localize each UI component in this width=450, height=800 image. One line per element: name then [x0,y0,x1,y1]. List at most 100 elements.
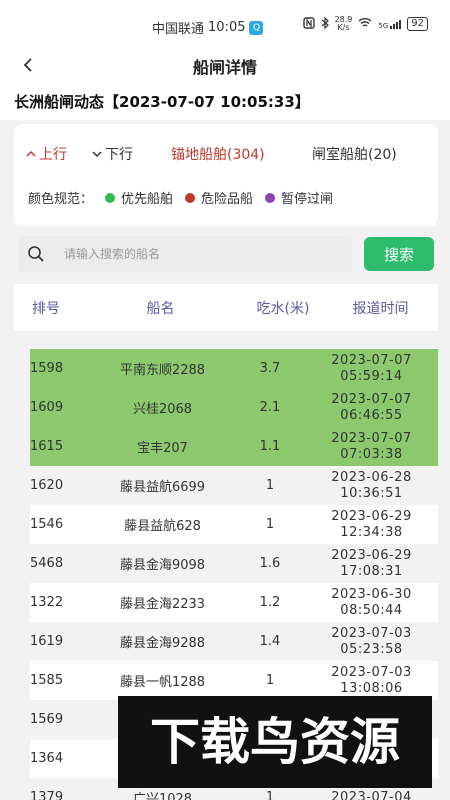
table-row[interactable]: 1620 藤县益航6699 1 2023-06-28 10:36:51 [30,466,438,505]
table-row[interactable]: 5468 藤县金海9098 1.6 2023-06-29 17:08:31 [30,544,438,583]
table-row[interactable]: 1546 藤县益航628 1 2023-06-29 12:34:38 [30,505,438,544]
cell-draft: 1.6 [259,556,281,571]
cell-draft: 1.1 [259,439,281,454]
cell-ship-name: 藤县金海2233 [119,597,206,612]
search-input[interactable] [64,247,334,261]
page-title: 船闸详情 [192,58,257,77]
report-date: 2023-06-30 [331,586,412,602]
cell-report-time: 2023-06-30 08:50:44 [305,587,438,619]
cell-draft: 1.4 [259,634,281,649]
report-date: 2023-06-29 [331,508,412,524]
carrier-label: 中国联通 [152,22,205,37]
network-speed: 28.9 K/s [335,16,353,32]
cell-draft: 1 [265,478,275,493]
report-clock: 17:08:31 [340,563,403,579]
cell-report-time: 2023-07-03 13:08:06 [305,665,438,697]
report-clock: 10:36:51 [340,485,403,501]
tab-anchorage-label: 锚地船舶(304) [171,147,265,163]
cell-draft: 2.1 [259,400,281,415]
cell-report-time: 2023-07-07 05:59:14 [305,353,438,385]
status-bar: 中国联通 10:05 Q 28.9 K/s 5G 92 [0,0,450,46]
cell-draft: 1 [265,673,275,688]
watermark-logo: 下载鸟资源 [118,696,432,788]
report-date: 2023-07-07 [331,352,412,368]
tabs-row: 上行 下行 锚地船舶(304) 闸室船舶(20) [26,144,428,168]
legend-suspended-label: 暂停过闸 [281,192,334,207]
signal-type: 5G [378,21,389,30]
legend-suspended: 暂停过闸 [265,188,333,207]
legend-priority-label: 优先船舶 [121,192,174,207]
tab-chamber-ships[interactable]: 闸室船舶(20) [312,144,397,164]
cell-ship-name: 藤县金海9288 [119,636,206,651]
cell-ship-name: 平南东顺2288 [119,363,206,378]
cell-queue-no: 1585 [30,673,64,688]
cell-ship-name: 兴桂2068 [132,402,193,417]
legend-hazardous-label: 危险品船 [201,192,254,207]
search-icon [18,245,54,263]
cell-draft: 1 [265,517,275,532]
header-queue-no: 排号 [32,300,60,317]
table-row[interactable]: 1322 藤县金海2233 1.2 2023-06-30 08:50:44 [30,583,438,622]
cell-draft: 1.2 [259,595,281,610]
report-date: 2023-06-28 [331,469,412,485]
cell-draft: 1 [265,790,275,800]
legend-hazardous: 危险品船 [185,188,253,207]
cell-ship-name: 宝丰207 [137,441,188,456]
report-clock: 06:46:55 [340,407,403,423]
tab-anchorage-ships[interactable]: 锚地船舶(304) [171,144,265,164]
search-button[interactable]: 搜索 [364,237,434,271]
header-report-time: 报道时间 [352,300,409,317]
table-row[interactable]: 1609 兴桂2068 2.1 2023-07-07 06:46:55 [30,388,438,427]
cell-queue-no: 1364 [30,751,64,766]
cell-report-time: 2023-06-28 10:36:51 [305,470,438,502]
table-row[interactable]: 1615 宝丰207 1.1 2023-07-07 07:03:38 [30,427,438,466]
app-notification-icon: Q [249,20,264,35]
table-row[interactable]: 1619 藤县金海9288 1.4 2023-07-03 05:23:58 [30,622,438,661]
clock: 10:05 [208,20,246,35]
report-clock: 12:34:38 [340,524,403,540]
cell-ship-name: 藤县益航628 [124,519,201,534]
nfc-icon [302,16,315,32]
tab-downstream[interactable]: 下行 [92,144,133,164]
report-clock: 13:08:06 [340,680,403,696]
cell-queue-no: 1546 [30,517,64,532]
cell-ship-name: 藤县一帆1288 [119,675,206,690]
report-date: 2023-07-03 [331,625,412,641]
wifi-icon [358,17,372,31]
cell-report-time: 2023-07-07 06:46:55 [305,392,438,424]
table-row[interactable]: 1598 平南东顺2288 3.7 2023-07-07 05:59:14 [30,349,438,388]
report-clock: 08:50:44 [340,602,403,618]
nav-bar: 船闸详情 [0,46,450,84]
tab-downstream-label: 下行 [105,147,133,163]
bluetooth-icon [321,16,329,32]
report-clock: 05:23:58 [340,641,403,657]
cell-queue-no: 1379 [30,790,64,800]
suspended-dot-icon [265,192,276,203]
header-draft: 吃水(米) [256,300,310,317]
cell-queue-no: 1598 [30,361,64,376]
cell-queue-no: 1620 [30,478,64,493]
cell-ship-name: 广兴1028 [132,792,193,800]
report-clock: 07:03:38 [340,446,403,462]
priority-dot-icon [105,192,116,203]
cell-queue-no: 5468 [30,556,64,571]
battery-indicator: 92 [407,17,428,31]
search-bar [18,236,352,272]
cell-report-time: 2023-06-29 12:34:38 [305,509,438,541]
cell-queue-no: 1609 [30,400,64,415]
chevron-down-icon [92,151,102,158]
watermark-text-graphic: 下载鸟资源 [150,713,400,771]
cell-signal-icon: 5G [378,19,402,30]
tab-upstream-label: 上行 [39,147,67,163]
legend-label: 颜色规范： [28,192,94,207]
chevron-up-icon [26,150,36,157]
cell-queue-no: 1569 [30,712,64,727]
cell-report-time: 2023-07-03 05:23:58 [305,626,438,658]
cell-report-time: 2023-07-07 07:03:38 [305,431,438,463]
report-date: 2023-06-29 [331,547,412,563]
legend-priority: 优先船舶 [105,188,173,207]
table-row[interactable]: 1585 藤县一帆1288 1 2023-07-03 13:08:06 [30,661,438,700]
cell-queue-no: 1322 [30,595,64,610]
tab-upstream[interactable]: 上行 [26,144,67,164]
table-header: 排号 船名 吃水(米) 报道时间 [14,284,438,332]
